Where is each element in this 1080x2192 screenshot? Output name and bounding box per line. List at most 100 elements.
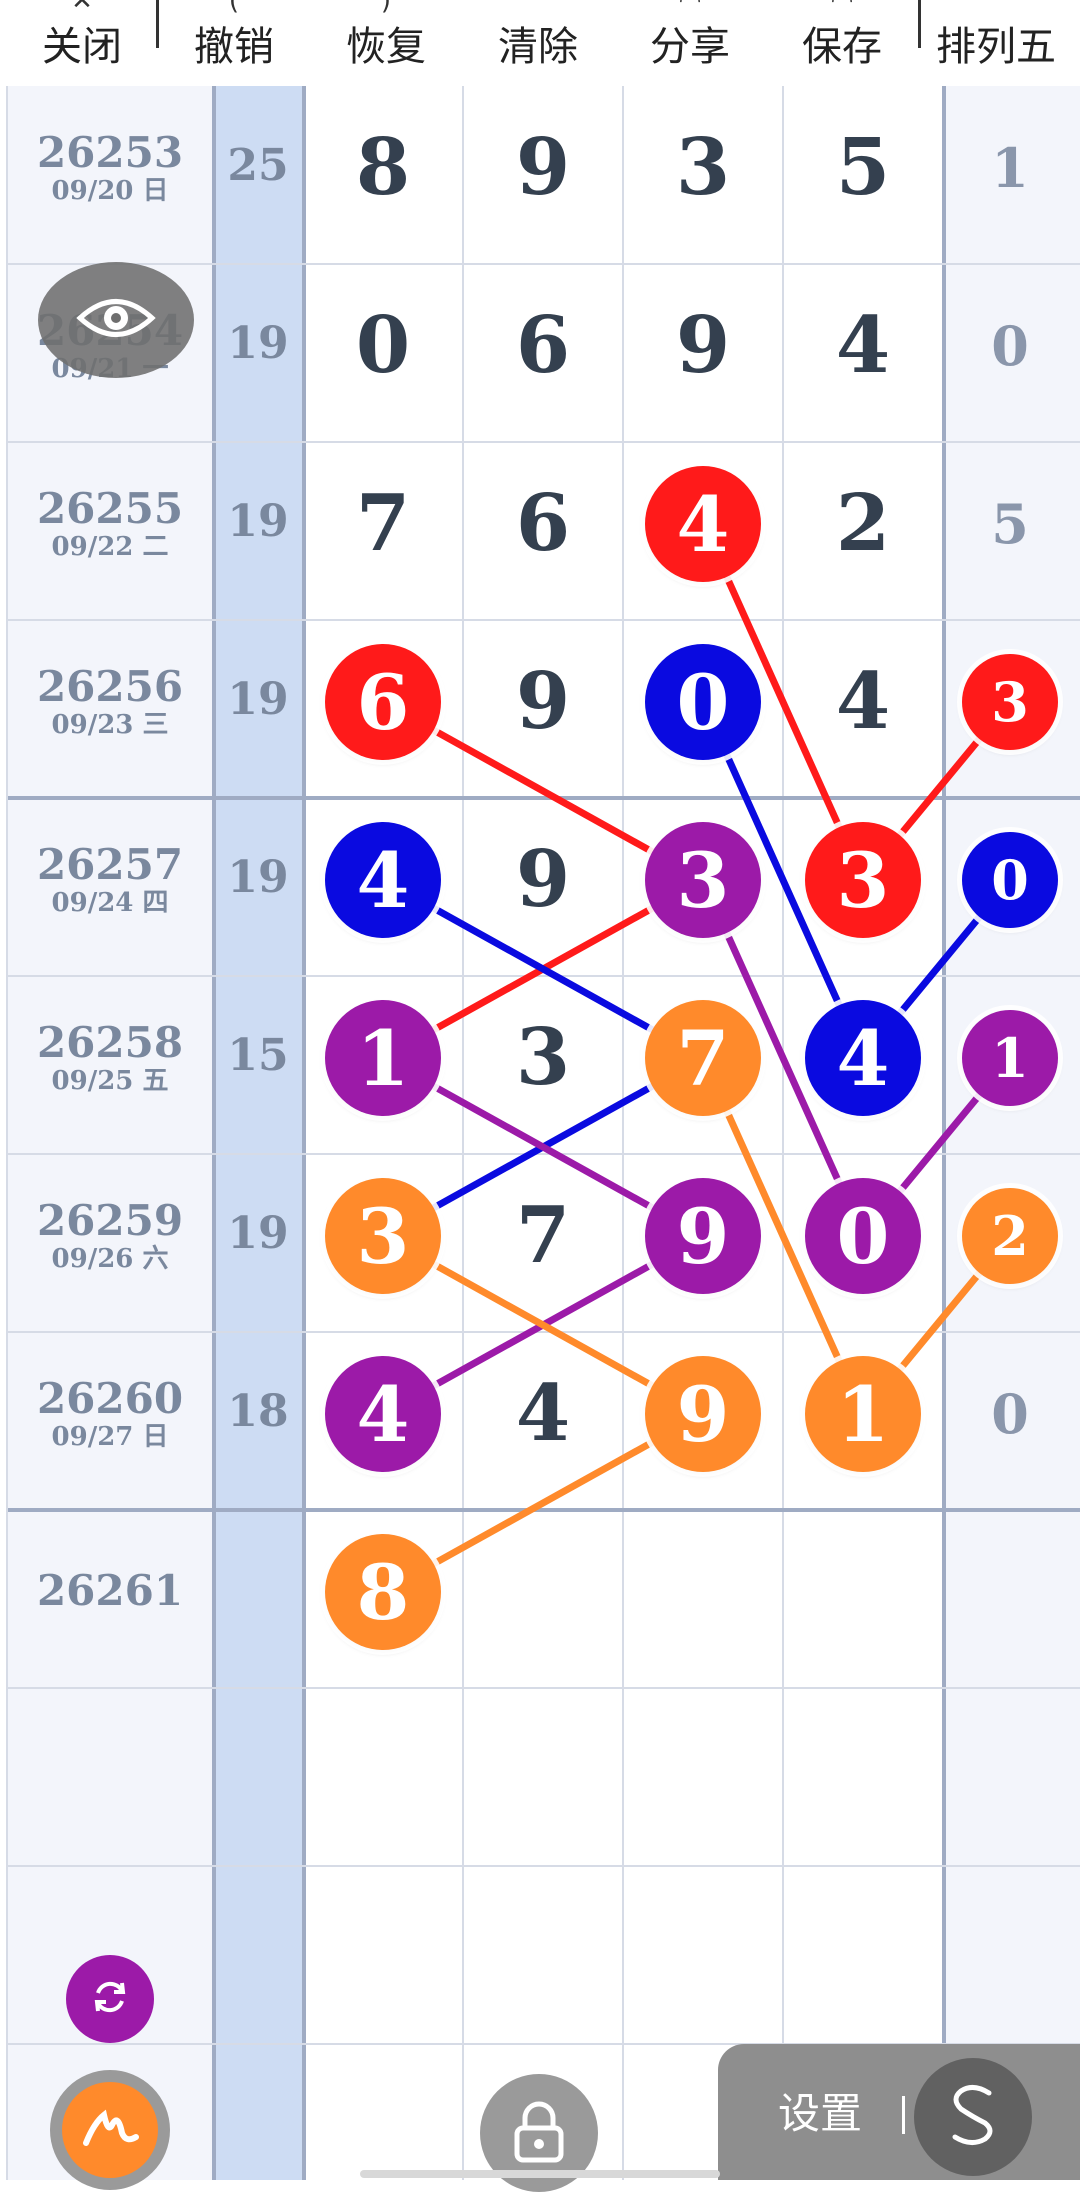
sum-cell: 15: [227, 1030, 289, 1081]
eye-toggle-button[interactable]: [38, 262, 194, 378]
marked-ball-red[interactable]: 4: [645, 466, 761, 582]
p5-cell[interactable]: 0: [950, 1384, 1070, 1444]
settings-label[interactable]: 设置: [778, 2080, 862, 2141]
issue-number: 26258: [36, 1018, 184, 1067]
home-indicator: [360, 2170, 720, 2178]
p5-cell[interactable]: 1: [950, 138, 1070, 198]
close-icon: ✕: [71, 0, 93, 16]
pen-icon: [80, 2103, 140, 2157]
share-icon: ◠: [678, 0, 702, 16]
digit-cell[interactable]: 7: [308, 479, 458, 569]
issue-date: 09/26 六: [51, 1244, 169, 1274]
toolbar-separator: [918, 0, 921, 48]
p5-cell[interactable]: 5: [950, 494, 1070, 554]
refresh-button[interactable]: [66, 1955, 154, 2043]
sum-cell: 18: [227, 1386, 289, 1437]
sum-cell: 19: [227, 674, 289, 725]
digit-cell[interactable]: 6: [468, 301, 618, 391]
trend-lines: [381, 522, 1013, 1596]
digit-cell[interactable]: 7: [468, 1191, 618, 1281]
marked-ball-purple[interactable]: 0: [805, 1178, 921, 1294]
issue-cell: 26259 09/26 六: [8, 1196, 212, 1275]
eye-icon: [76, 293, 156, 347]
sum-cell: 19: [227, 318, 289, 369]
toolbar-button-3[interactable]: ⌒ 清除: [462, 0, 614, 86]
settings-divider: [902, 2096, 905, 2134]
toolbar-label: 排列五: [936, 24, 1056, 70]
s-icon: [947, 2083, 999, 2151]
marked-ball-blue[interactable]: 4: [805, 1000, 921, 1116]
toolbar-button-6[interactable]: 排列五: [920, 0, 1072, 86]
issue-date: 09/27 日: [51, 1422, 169, 1452]
issue-date: 09/24 四: [51, 888, 169, 918]
clear-icon: ⌒: [524, 0, 552, 22]
marked-ball-purple[interactable]: 1: [962, 1010, 1058, 1106]
issue-cell: 26260 09/27 日: [8, 1374, 212, 1453]
marked-ball-red[interactable]: 3: [805, 822, 921, 938]
save-icon: ◠: [830, 0, 854, 16]
issue-cell: 26257 09/24 四: [8, 840, 212, 919]
marked-ball-blue[interactable]: 4: [325, 822, 441, 938]
digit-cell[interactable]: 3: [468, 1013, 618, 1103]
toolbar-button-4[interactable]: ◠ 分享: [614, 0, 766, 86]
issue-number: 26257: [36, 840, 184, 889]
toolbar: ✕ 关闭 ( 撤销 ) 恢复 ⌒ 清除 ◠ 分享 ◠ 保存 排列五: [0, 0, 1080, 86]
marked-ball-red[interactable]: 3: [962, 654, 1058, 750]
digit-cell[interactable]: 9: [468, 123, 618, 213]
redo-icon: ): [380, 0, 392, 16]
p5-cell[interactable]: 0: [950, 316, 1070, 376]
digit-cell[interactable]: 2: [788, 479, 938, 569]
issue-number: 26256: [36, 662, 184, 711]
marked-ball-blue[interactable]: 0: [645, 644, 761, 760]
trend-grid: 2625309/20 日25893512625409/21 一190694026…: [0, 86, 1080, 2180]
digit-cell[interactable]: 4: [468, 1369, 618, 1459]
sum-cell: 19: [227, 1208, 289, 1259]
digit-cell[interactable]: 0: [308, 301, 458, 391]
toolbar-button-2[interactable]: ) 恢复: [310, 0, 462, 86]
digit-cell[interactable]: 3: [628, 123, 778, 213]
digit-cell[interactable]: 9: [468, 835, 618, 925]
undo-icon: (: [228, 0, 240, 16]
marked-ball-orange[interactable]: 8: [325, 1534, 441, 1650]
refresh-icon: [86, 1973, 134, 2025]
s-button[interactable]: [914, 2058, 1032, 2176]
digit-cell[interactable]: 4: [788, 657, 938, 747]
toolbar-separator: [156, 0, 159, 48]
issue-cell: 26261: [8, 1568, 212, 1614]
issue-number: 26260: [36, 1374, 184, 1423]
digit-cell[interactable]: 4: [788, 301, 938, 391]
digit-cell[interactable]: 9: [468, 657, 618, 747]
sum-cell: 19: [227, 496, 289, 547]
issue-date: 09/23 三: [51, 710, 169, 740]
toolbar-button-5[interactable]: ◠ 保存: [766, 0, 918, 86]
marked-ball-orange[interactable]: 7: [645, 1000, 761, 1116]
lock-icon: [511, 2098, 567, 2168]
issue-cell: 26253 09/20 日: [8, 130, 212, 207]
digit-cell[interactable]: 9: [628, 301, 778, 391]
digit-cell[interactable]: 6: [468, 479, 618, 569]
marked-ball-orange[interactable]: 1: [805, 1356, 921, 1472]
digit-cell[interactable]: 5: [788, 123, 938, 213]
marked-ball-purple[interactable]: 9: [645, 1178, 761, 1294]
issue-cell: 26256 09/23 三: [8, 662, 212, 741]
issue-cell: 26258 09/25 五: [8, 1018, 212, 1097]
marked-ball-orange[interactable]: 9: [645, 1356, 761, 1472]
pen-button[interactable]: [50, 2070, 170, 2190]
marked-ball-purple[interactable]: 4: [325, 1356, 441, 1472]
issue-number: 26259: [36, 1196, 184, 1245]
issue-number: 26261: [36, 1566, 184, 1615]
toolbar-button-1[interactable]: ( 撤销: [158, 0, 310, 86]
marked-ball-orange[interactable]: 2: [962, 1188, 1058, 1284]
settings-bar[interactable]: 设置: [718, 2044, 1080, 2180]
marked-ball-purple[interactable]: 3: [645, 822, 761, 938]
marked-ball-orange[interactable]: 3: [325, 1178, 441, 1294]
issue-date: 09/20 日: [51, 176, 169, 206]
digit-cell[interactable]: 8: [308, 123, 458, 213]
marked-ball-purple[interactable]: 1: [325, 1000, 441, 1116]
issue-cell: 26255 09/22 二: [8, 486, 212, 563]
toolbar-label: 分享: [650, 24, 730, 70]
toolbar-button-0[interactable]: ✕ 关闭: [6, 0, 158, 86]
toolbar-label: 撤销: [194, 24, 274, 70]
marked-ball-blue[interactable]: 0: [962, 832, 1058, 928]
marked-ball-red[interactable]: 6: [325, 644, 441, 760]
